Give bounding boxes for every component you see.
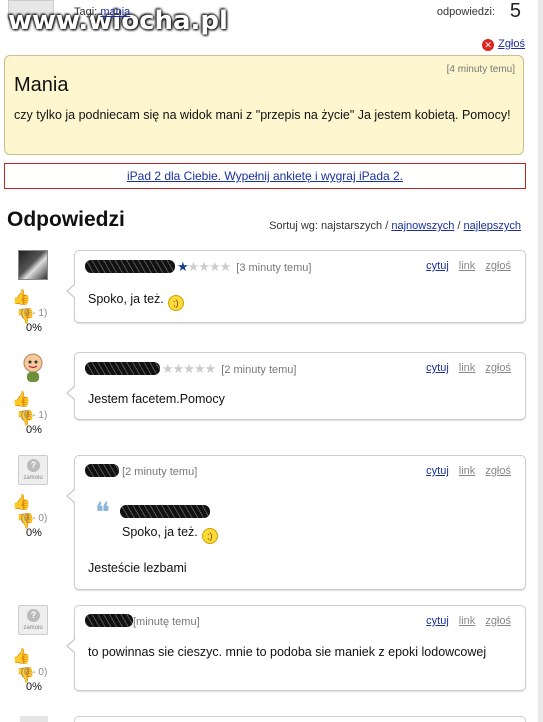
vote-percent: 0%: [26, 527, 42, 539]
answers-count-label: odpowiedzi:: [436, 6, 495, 18]
quote-link[interactable]: cytuj: [426, 465, 449, 477]
vote-ratio: (0 - 1): [20, 308, 48, 319]
report-question-link[interactable]: Zgłoś: [498, 38, 525, 50]
report-link[interactable]: zgłoś: [485, 362, 511, 374]
vote-ratio: (0 - 0): [20, 667, 48, 678]
avatar-label: zamoiu: [23, 625, 43, 631]
answer-time: [2 minuty temu]: [221, 364, 297, 376]
redacted-username: [85, 260, 175, 273]
report-question[interactable]: ✕ Zgłoś: [482, 38, 525, 51]
avatar[interactable]: [18, 250, 48, 280]
quoted-text-content: Spoko, ja też.: [122, 525, 198, 539]
quote-icon: ❝: [95, 496, 111, 529]
default-avatar-icon: ?: [27, 609, 40, 622]
vote-percent: 0%: [26, 681, 42, 693]
report-icon: ✕: [482, 39, 495, 51]
answer-text: Jesteście lezbami: [88, 561, 187, 575]
sort-separator: /: [457, 220, 461, 232]
report-link[interactable]: zgłoś: [485, 260, 511, 272]
baby-avatar-icon: [23, 353, 43, 382]
answer-text: Spoko, ja też.;): [88, 291, 184, 311]
wink-smiley-icon: ;): [201, 528, 218, 544]
next-answer-bubble: [74, 716, 526, 722]
sort-newest-link[interactable]: najnowszych: [391, 220, 454, 232]
quote-link[interactable]: cytuj: [426, 362, 449, 374]
quoted-text: Spoko, ja też.;): [122, 524, 218, 544]
answer-text-content: Spoko, ja też.: [88, 292, 164, 306]
permalink[interactable]: link: [459, 362, 476, 374]
rating-stars: ★★★★★: [162, 361, 216, 376]
thumbs-up-icon[interactable]: 👍: [12, 288, 31, 306]
answer-bubble: [2 minuty temu] cytuj link zgłoś ❝ Spoko, …: [66, 455, 526, 590]
avatar[interactable]: [18, 352, 48, 382]
answer-text: to powinnas sie cieszyc. mnie to podoba …: [88, 645, 487, 659]
tags-label: Tagi:: [74, 6, 98, 18]
thumbs-up-icon[interactable]: 👍: [12, 493, 31, 511]
default-avatar-icon: ?: [27, 459, 40, 472]
redacted-username: [85, 614, 133, 627]
question-time: [4 minuty temu]: [446, 64, 515, 75]
quoted-author: [120, 504, 210, 521]
answer-actions: cytuj link zgłoś: [416, 615, 511, 627]
vote-panel: 👍👎 (0 - 0) 0%: [12, 647, 52, 693]
answer-time: [3 minuty temu]: [236, 262, 312, 274]
sort-options: Sortuj wg: najstarszych / najnowszych / …: [269, 220, 521, 232]
rating-stars: ★★★★★: [177, 259, 231, 274]
vote-ratio: (0 - 0): [20, 513, 48, 524]
question-body: czy tylko ja podniecam się na widok mani…: [14, 108, 511, 122]
sort-best-link[interactable]: najlepszych: [464, 220, 521, 232]
answers-heading: Odpowiedzi: [7, 208, 125, 231]
permalink[interactable]: link: [459, 260, 476, 272]
sort-label: Sortuj wg: najstarszych /: [269, 220, 389, 232]
question-box: [4 minuty temu] Mania czy tylko ja podni…: [4, 55, 524, 155]
answer-actions: cytuj link zgłoś: [416, 362, 511, 374]
answer-time: [2 minuty temu]: [122, 466, 198, 478]
answer-actions: cytuj link zgłoś: [416, 465, 511, 477]
avatar[interactable]: ? zamoiu: [18, 455, 48, 485]
tags: Tagi: mania: [74, 6, 130, 18]
redacted-username: [85, 464, 119, 477]
answer-text: Jestem facetem.Pomocy: [88, 392, 225, 406]
wink-smiley-icon: ;): [167, 295, 184, 311]
question-title: Mania: [14, 74, 69, 96]
page-header: www.wiocha.pl Tagi: mania odpowiedzi: 5: [0, 0, 543, 36]
answer-meta: ★★★★★ [2 minuty temu]: [85, 361, 296, 377]
answer-time: [minutę temu]: [133, 616, 200, 628]
redacted-username: [85, 362, 160, 375]
answer-actions: cytuj link zgłoś: [416, 260, 511, 272]
answer-bubble: ★★★★★ [2 minuty temu] cytuj link zgłoś Jest…: [66, 352, 526, 420]
answer-meta: ★★★★★ [3 minuty temu]: [85, 259, 311, 275]
next-answer-avatar: [20, 716, 48, 722]
vote-panel: 👍👎 (0 - 1) 0%: [12, 288, 52, 334]
report-link[interactable]: zgłoś: [485, 465, 511, 477]
redacted-quoted-username: [120, 505, 210, 518]
vote-panel: 👍👎 (0 - 1) 0%: [12, 390, 52, 436]
report-link[interactable]: zgłoś: [485, 615, 511, 627]
scrollbar-track[interactable]: [538, 0, 543, 722]
quote-link[interactable]: cytuj: [426, 260, 449, 272]
permalink[interactable]: link: [459, 615, 476, 627]
quote-link[interactable]: cytuj: [426, 615, 449, 627]
thumbs-up-icon[interactable]: 👍: [12, 390, 31, 408]
answer-bubble: [minutę temu] cytuj link zgłoś to powinnas…: [66, 605, 526, 691]
vote-ratio: (0 - 1): [20, 410, 48, 421]
vote-percent: 0%: [26, 322, 42, 334]
vote-percent: 0%: [26, 424, 42, 436]
thumbs-up-icon[interactable]: 👍: [12, 647, 31, 665]
avatar[interactable]: ? zamoiu: [18, 605, 48, 635]
tag-link[interactable]: mania: [100, 6, 130, 18]
ad-banner: iPad 2 dla Ciebie. Wypełnij ankietę i wy…: [4, 163, 526, 189]
permalink[interactable]: link: [459, 465, 476, 477]
answer-meta: [minutę temu]: [85, 614, 200, 630]
ad-link[interactable]: iPad 2 dla Ciebie. Wypełnij ankietę i wy…: [127, 169, 403, 183]
answer-bubble: ★★★★★ [3 minuty temu] cytuj link zgłoś Spok…: [66, 250, 526, 323]
vote-panel: 👍👎 (0 - 0) 0%: [12, 493, 52, 539]
avatar-label: zamoiu: [23, 475, 43, 481]
answers-count-icon: 5: [509, 0, 521, 22]
answer-meta: [2 minuty temu]: [85, 464, 197, 480]
